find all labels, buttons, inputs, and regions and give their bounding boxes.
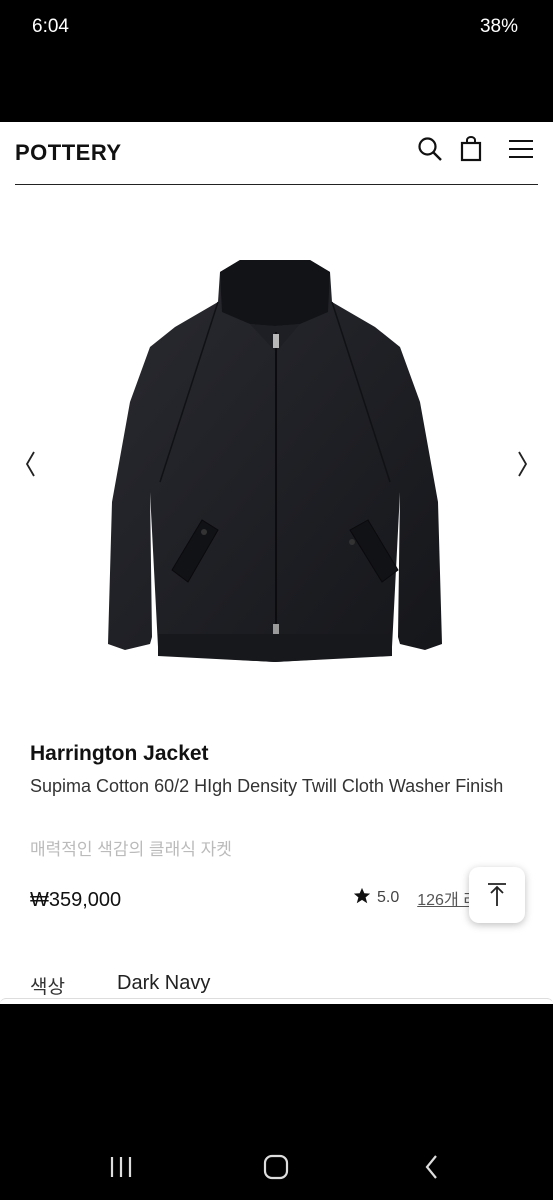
product-price: ₩359,000 bbox=[30, 889, 122, 911]
previous-image-arrow-icon[interactable] bbox=[18, 447, 42, 481]
back-icon[interactable] bbox=[412, 1149, 452, 1185]
product-description: Supima Cotton 60/2 HIgh Density Twill Cl… bbox=[30, 776, 504, 796]
scroll-to-top-button[interactable] bbox=[469, 867, 525, 923]
product-title: Harrington Jacket bbox=[30, 742, 209, 765]
rating-score: 5.0 bbox=[377, 889, 400, 906]
status-bar: 6:04 38% bbox=[0, 0, 553, 122]
jacket-image bbox=[108, 260, 442, 662]
color-option-label: 색상 bbox=[30, 977, 65, 998]
next-image-arrow-icon[interactable] bbox=[511, 447, 535, 481]
top-header: POTTERY bbox=[0, 122, 553, 185]
search-icon[interactable] bbox=[415, 134, 445, 164]
arrow-up-icon bbox=[488, 883, 506, 906]
star-icon bbox=[353, 887, 371, 910]
system-navigation-bar bbox=[0, 1004, 553, 1200]
battery-level: 38% bbox=[479, 16, 518, 37]
product-page: POTTERY Harrington Jacket Supima Cotton … bbox=[0, 122, 553, 1004]
header-divider bbox=[15, 184, 538, 185]
brand-logo[interactable]: POTTERY bbox=[15, 140, 122, 166]
status-time: 6:04 bbox=[32, 16, 69, 37]
home-icon[interactable] bbox=[256, 1149, 296, 1185]
product-subtitle: 매력적인 색감의 클래식 자켓 bbox=[30, 840, 232, 859]
recent-apps-icon[interactable] bbox=[101, 1149, 141, 1185]
shopping-bag-icon[interactable] bbox=[456, 134, 486, 164]
color-option-value[interactable]: Dark Navy bbox=[117, 972, 210, 995]
product-image-carousel[interactable] bbox=[0, 222, 553, 712]
menu-icon[interactable] bbox=[506, 134, 536, 164]
rating-summary: 5.0 126개 리 bbox=[353, 886, 478, 910]
